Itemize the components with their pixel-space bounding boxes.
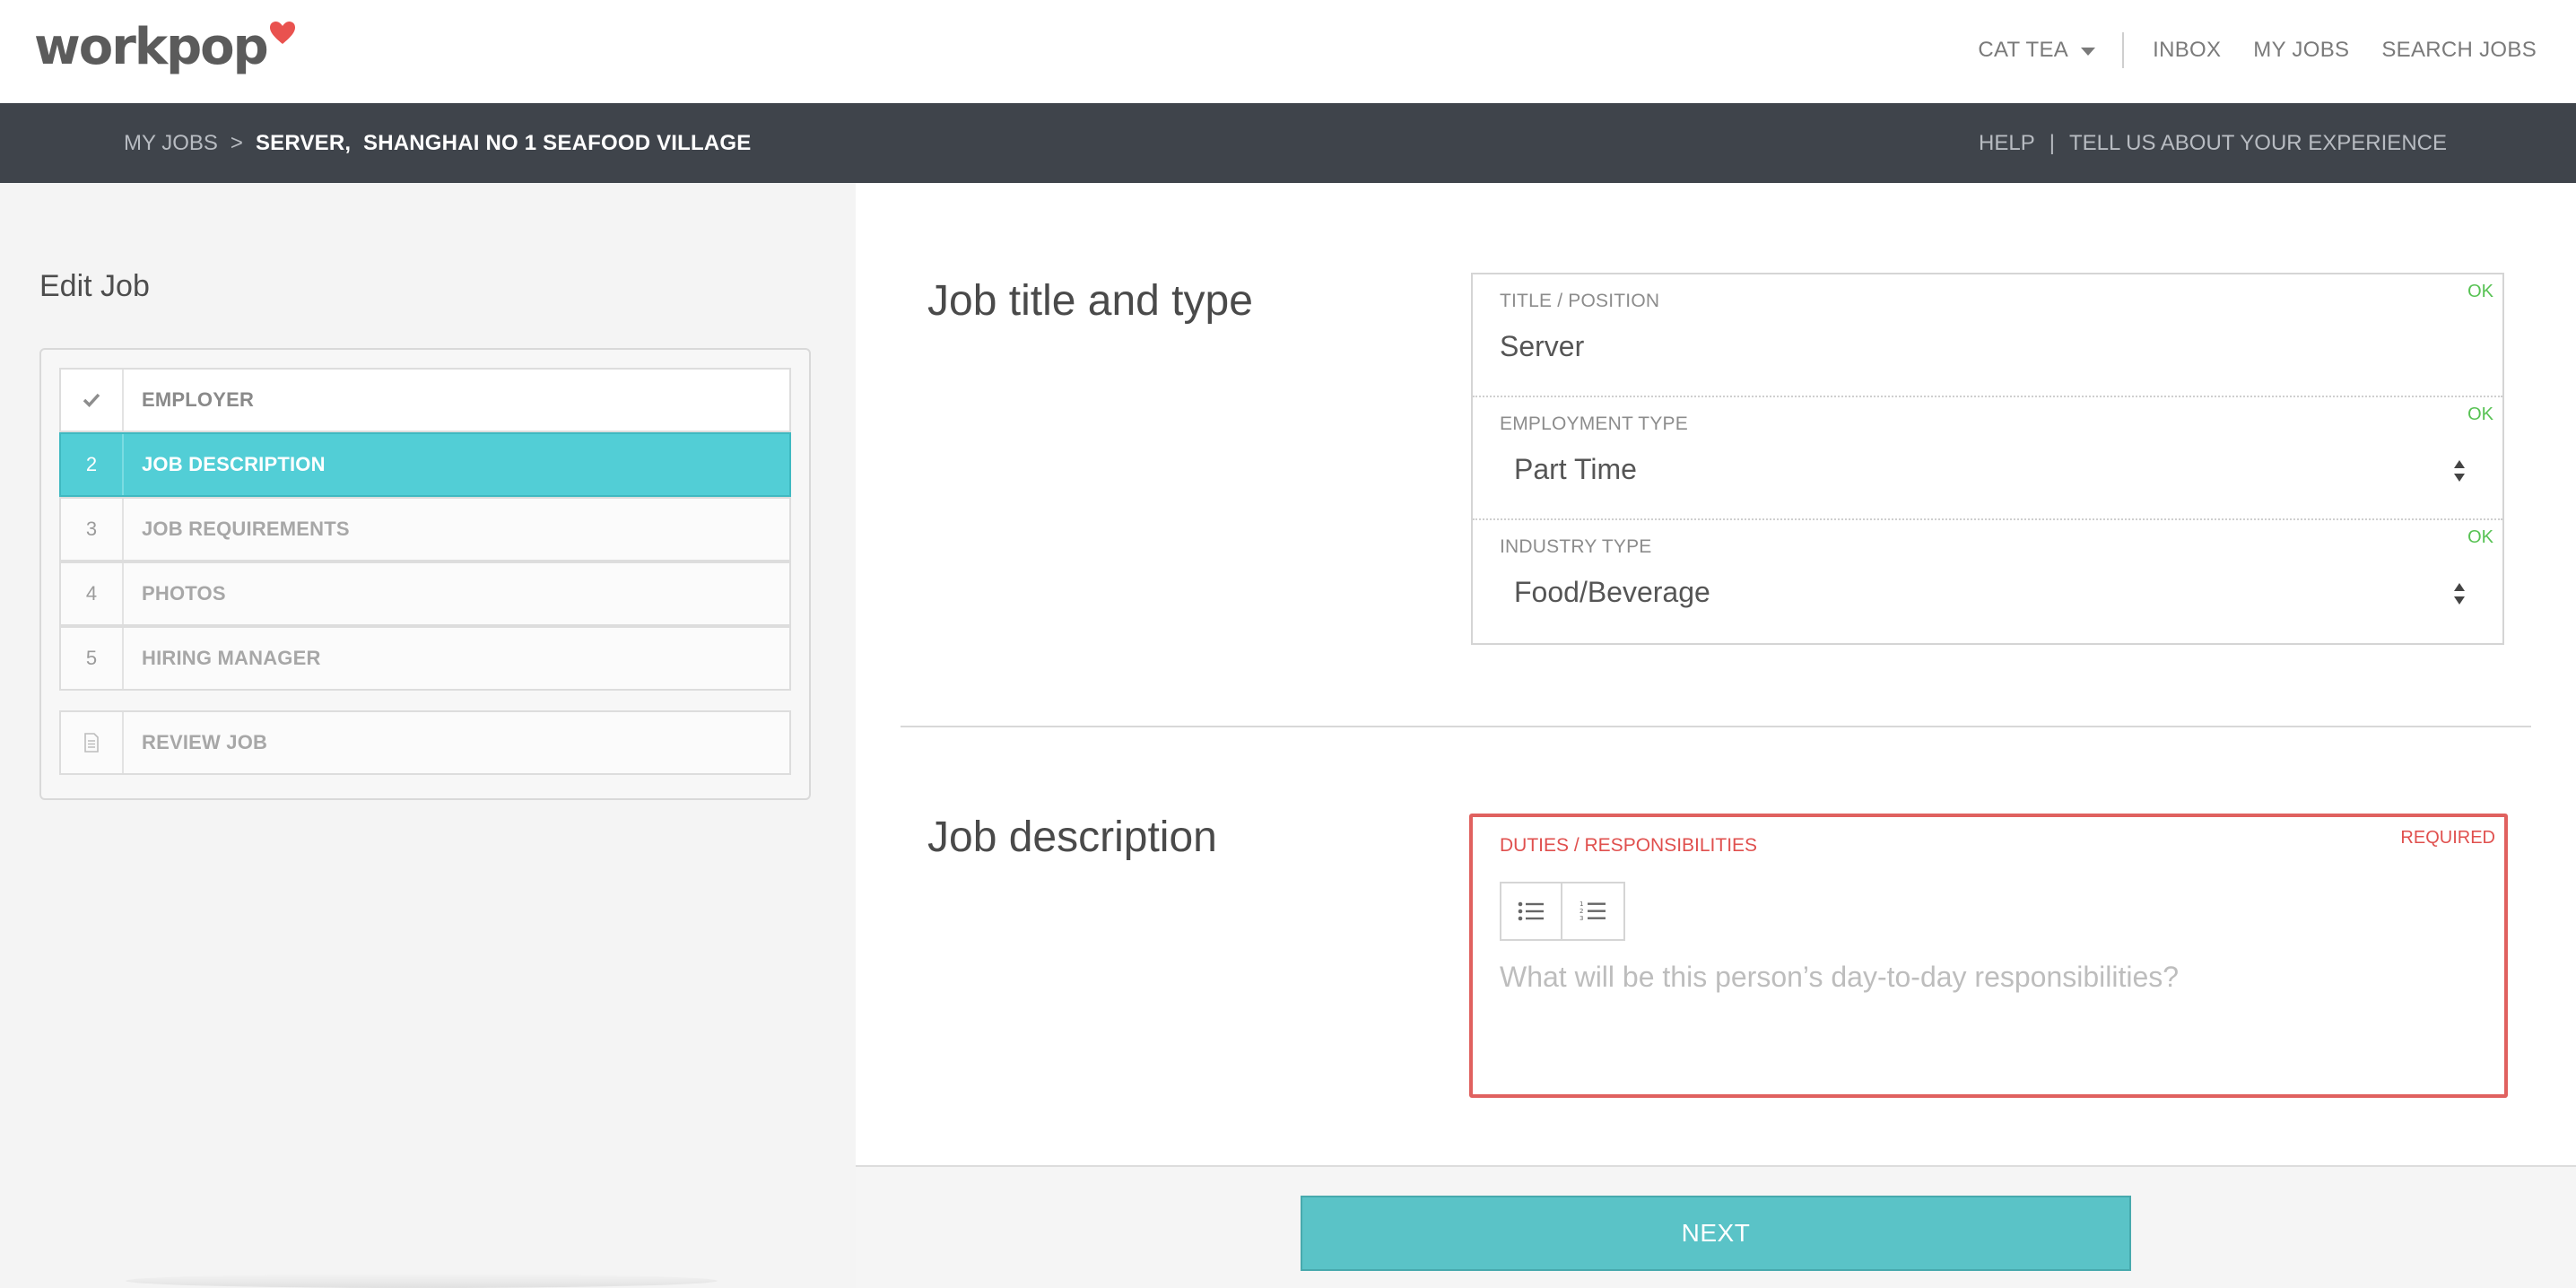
footer-bar: NEXT <box>856 1165 2576 1288</box>
status-badge: OK <box>2467 527 2493 547</box>
step-number: 5 <box>61 628 124 689</box>
bottom-shadow <box>126 1274 718 1288</box>
step-job-requirements[interactable]: 3 JOB REQUIREMENTS <box>59 497 791 561</box>
select-arrows-icon <box>2454 460 2465 482</box>
step-number: 4 <box>61 563 124 624</box>
employment-type-select[interactable]: Part Time <box>1514 453 1637 486</box>
breadcrumb-current-job: SERVER, SHANGHAI NO 1 SEAFOOD VILLAGE <box>255 130 752 155</box>
sidebar-title: Edit Job <box>39 269 150 303</box>
section-divider <box>901 726 2531 727</box>
step-hiring-manager[interactable]: 5 HIRING MANAGER <box>59 626 791 691</box>
field-label: DUTIES / RESPONSIBILITIES <box>1500 835 1758 856</box>
step-label: JOB DESCRIPTION <box>142 453 326 475</box>
industry-type-field[interactable]: INDUSTRY TYPE OK Food/Beverage <box>1473 520 2502 643</box>
title-position-field[interactable]: TITLE / POSITION OK Server <box>1473 274 2502 397</box>
breadcrumb-separator: > <box>230 130 243 155</box>
step-number: 3 <box>61 499 124 560</box>
editor-toolbar: 1 2 3 <box>1500 882 1625 941</box>
step-employer[interactable]: EMPLOYER <box>59 368 791 432</box>
user-menu[interactable]: CAT TEA <box>1978 38 2096 63</box>
main-content: Job title and type TITLE / POSITION OK S… <box>856 183 2576 1288</box>
breadcrumb: MY JOBS > SERVER, SHANGHAI NO 1 SEAFOOD … <box>124 103 752 183</box>
nav-search-jobs[interactable]: SEARCH JOBS <box>2381 38 2537 63</box>
step-label: EMPLOYER <box>142 388 255 411</box>
field-label: TITLE / POSITION <box>1500 291 1660 311</box>
logo-text: workpop <box>34 18 269 76</box>
feedback-link[interactable]: TELL US ABOUT YOUR EXPERIENCE <box>2069 131 2447 156</box>
pipe-divider: | <box>2049 130 2055 155</box>
step-label: HIRING MANAGER <box>142 647 321 669</box>
bullet-list-button[interactable] <box>1500 882 1562 941</box>
svg-text:2: 2 <box>1580 908 1583 915</box>
workpop-logo[interactable]: workpop <box>34 16 296 79</box>
help-link[interactable]: HELP <box>1979 131 2035 156</box>
field-label: INDUSTRY TYPE <box>1500 536 1652 557</box>
nav-divider <box>2122 32 2125 68</box>
employment-type-field[interactable]: EMPLOYMENT TYPE OK Part Time <box>1473 397 2502 520</box>
checkmark-icon <box>61 370 124 431</box>
status-badge: OK <box>2467 282 2493 301</box>
svg-text:1: 1 <box>1580 901 1583 908</box>
field-label: EMPLOYMENT TYPE <box>1500 413 1688 434</box>
section-title-job-title: Job title and type <box>927 277 1253 325</box>
top-header: workpop CAT TEA INBOX MY JOBS SEARCH JOB… <box>0 0 2576 103</box>
step-review-job[interactable]: REVIEW JOB <box>59 710 791 775</box>
caret-down-icon <box>2081 47 2096 56</box>
step-number: 2 <box>61 434 124 495</box>
next-button[interactable]: NEXT <box>1301 1196 2131 1271</box>
step-label: PHOTOS <box>142 582 226 605</box>
heart-icon <box>269 22 295 44</box>
bullet-list-icon <box>1518 901 1544 921</box>
sidebar: Edit Job EMPLOYER 2 JOB DESCRIPTION 3 JO… <box>0 183 856 1288</box>
select-arrows-icon <box>2454 583 2465 605</box>
svg-text:3: 3 <box>1580 915 1583 922</box>
breadcrumb-my-jobs[interactable]: MY JOBS <box>124 131 218 156</box>
step-label: REVIEW JOB <box>142 731 268 753</box>
breadcrumb-bar: MY JOBS > SERVER, SHANGHAI NO 1 SEAFOOD … <box>0 103 2576 183</box>
step-label: JOB REQUIREMENTS <box>142 518 350 540</box>
document-icon <box>61 712 124 773</box>
step-job-description[interactable]: 2 JOB DESCRIPTION <box>59 432 791 497</box>
steps-panel: EMPLOYER 2 JOB DESCRIPTION 3 JOB REQUIRE… <box>39 348 811 800</box>
top-nav: CAT TEA INBOX MY JOBS SEARCH JOBS <box>1978 27 2537 74</box>
numbered-list-button[interactable]: 1 2 3 <box>1562 882 1625 941</box>
duties-textarea[interactable] <box>1500 961 2468 1068</box>
numbered-list-icon: 1 2 3 <box>1580 901 1606 922</box>
industry-type-select[interactable]: Food/Beverage <box>1514 576 1710 609</box>
nav-inbox[interactable]: INBOX <box>2153 38 2221 63</box>
duties-field: DUTIES / RESPONSIBILITIES REQUIRED 1 2 3 <box>1469 814 2508 1098</box>
nav-my-jobs[interactable]: MY JOBS <box>2253 38 2349 63</box>
subbar-links: HELP | TELL US ABOUT YOUR EXPERIENCE <box>1979 103 2447 183</box>
status-badge: OK <box>2467 405 2493 424</box>
step-photos[interactable]: 4 PHOTOS <box>59 561 791 626</box>
section-title-job-description: Job description <box>927 814 1217 861</box>
required-badge: REQUIRED <box>2400 828 2495 848</box>
user-name[interactable]: CAT TEA <box>1978 38 2068 63</box>
job-title-form: TITLE / POSITION OK Server EMPLOYMENT TY… <box>1471 273 2504 645</box>
title-input[interactable]: Server <box>1500 330 1584 363</box>
